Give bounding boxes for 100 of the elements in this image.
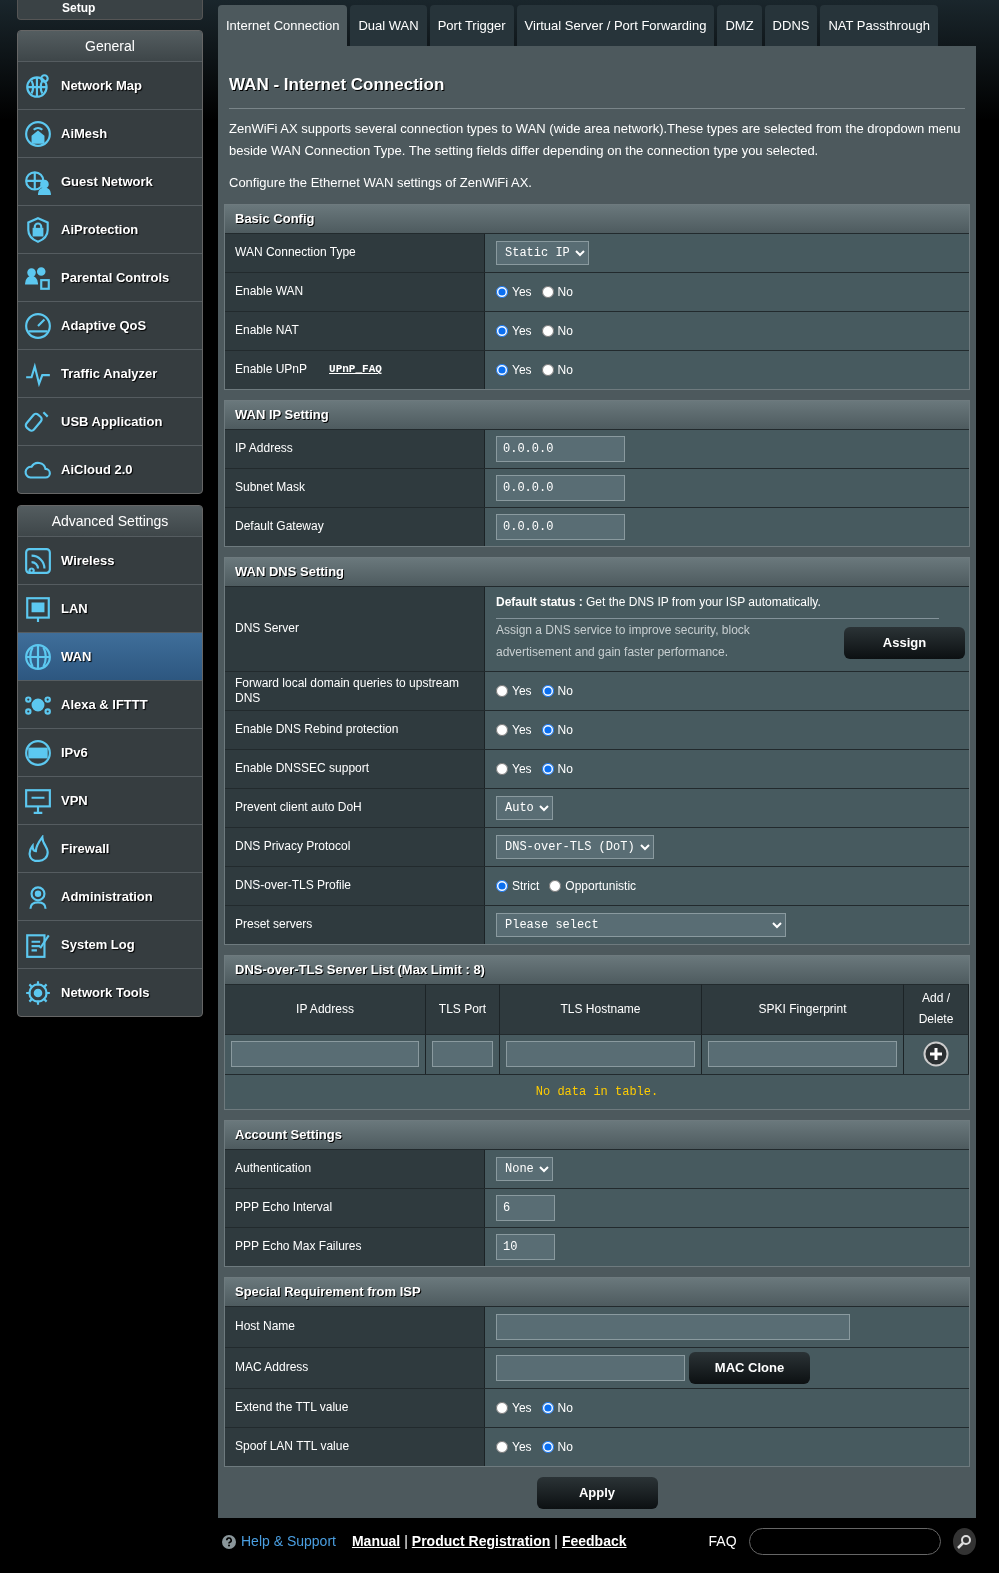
field-label: Prevent client auto DoH: [235, 800, 362, 815]
radio-button[interactable]: [541, 1401, 554, 1414]
option-label[interactable]: Yes: [512, 360, 532, 379]
column-header: IP Address: [225, 983, 426, 1034]
footer-link[interactable]: Feedback: [561, 1531, 627, 1552]
option-label[interactable]: Yes: [512, 1437, 532, 1456]
radio-button[interactable]: [541, 684, 554, 697]
radio-button[interactable]: [496, 324, 508, 337]
tab[interactable]: Port Trigger: [429, 5, 514, 46]
search-button[interactable]: [952, 1528, 976, 1555]
option-label[interactable]: Strict: [512, 876, 540, 895]
sidebar-item[interactable]: VPN: [18, 776, 202, 824]
field-label: WAN Connection Type: [235, 245, 356, 260]
input-field[interactable]: 0.0.0.0: [496, 435, 625, 462]
input-field[interactable]: 0.0.0.0: [496, 513, 625, 540]
dropdown[interactable]: None: [496, 1156, 553, 1181]
input-field[interactable]: [506, 1041, 695, 1067]
quick-setup-item[interactable]: Setup: [17, 0, 203, 20]
option-label[interactable]: No: [557, 1437, 573, 1456]
option-label[interactable]: No: [557, 720, 573, 739]
sidebar-item[interactable]: AiMesh: [18, 109, 202, 157]
help-icon[interactable]: [222, 1534, 236, 1549]
option-label[interactable]: Yes: [512, 681, 532, 700]
sidebar-item[interactable]: Wireless: [18, 536, 202, 584]
option-label[interactable]: No: [557, 321, 573, 340]
radio-button[interactable]: [496, 762, 508, 775]
tab[interactable]: Dual WAN: [350, 5, 427, 46]
option-label[interactable]: Yes: [512, 282, 532, 301]
dropdown[interactable]: Please select: [496, 912, 786, 937]
tab[interactable]: NAT Passthrough: [820, 5, 938, 46]
sidebar-item[interactable]: AiProtection: [18, 205, 202, 253]
sidebar-item[interactable]: WAN: [18, 632, 202, 680]
help-support-link[interactable]: Help & Support: [241, 1531, 336, 1552]
radio-button[interactable]: [496, 285, 508, 298]
radio-button[interactable]: [541, 1440, 554, 1453]
input-field[interactable]: [496, 1313, 850, 1340]
sidebar-item[interactable]: Alexa & IFTTT: [18, 680, 202, 728]
sidebar-item[interactable]: Network Tools: [18, 968, 202, 1016]
input-field[interactable]: [496, 1354, 685, 1381]
option-label[interactable]: Yes: [512, 720, 532, 739]
footer-link[interactable]: Manual: [351, 1531, 401, 1552]
dropdown[interactable]: Auto: [496, 795, 553, 820]
input-field[interactable]: 6: [496, 1194, 555, 1221]
input-field[interactable]: 10: [496, 1233, 555, 1260]
apply-button[interactable]: Apply: [536, 1476, 658, 1509]
option-label[interactable]: Opportunistic: [565, 876, 637, 895]
radio-button[interactable]: [541, 723, 554, 736]
mac-clone-button[interactable]: MAC Clone: [689, 1352, 810, 1384]
footer-link[interactable]: Product Registration: [411, 1531, 551, 1552]
sidebar-item[interactable]: Traffic Analyzer: [18, 349, 202, 397]
page-title: WAN - Internet Connection: [229, 72, 965, 109]
dropdown[interactable]: Static IP: [496, 240, 589, 265]
tab[interactable]: DMZ: [717, 5, 762, 46]
radio-button[interactable]: [541, 363, 554, 376]
sidebar-item[interactable]: AiCloud 2.0: [18, 445, 202, 493]
column-header: TLS Port: [426, 983, 500, 1034]
option-label[interactable]: No: [557, 681, 573, 700]
radio-button[interactable]: [496, 363, 508, 376]
dropdown[interactable]: DNS-over-TLS (DoT): [496, 834, 654, 859]
radio-button[interactable]: [541, 762, 554, 775]
radio-button[interactable]: [496, 879, 508, 892]
field-label: Default Gateway: [235, 519, 324, 534]
option-label[interactable]: Yes: [512, 1398, 532, 1417]
assign-button[interactable]: Assign: [844, 626, 965, 659]
radio-button[interactable]: [541, 285, 554, 298]
input-field[interactable]: [708, 1041, 897, 1067]
input-field[interactable]: [231, 1041, 419, 1067]
tab[interactable]: Internet Connection: [218, 5, 348, 46]
tab[interactable]: Virtual Server / Port Forwarding: [516, 5, 715, 46]
option-label[interactable]: No: [557, 360, 573, 379]
sidebar-item[interactable]: System Log: [18, 920, 202, 968]
faq-link[interactable]: UPnP_FAQ: [329, 362, 382, 377]
option-label[interactable]: No: [557, 1398, 573, 1417]
field-label: Enable UPnP: [235, 362, 308, 377]
radio-button[interactable]: [549, 879, 562, 892]
sidebar-item[interactable]: IPv6: [18, 728, 202, 776]
field-label: Subnet Mask: [235, 480, 306, 495]
add-icon[interactable]: [923, 1041, 949, 1067]
radio-button[interactable]: [496, 684, 508, 697]
tab[interactable]: DDNS: [764, 5, 818, 46]
sidebar-item[interactable]: Parental Controls: [18, 253, 202, 301]
option-label[interactable]: Yes: [512, 759, 532, 778]
input-field[interactable]: [432, 1041, 493, 1067]
sidebar-item[interactable]: Network Map: [18, 61, 202, 109]
sidebar-item[interactable]: Administration: [18, 872, 202, 920]
search-field[interactable]: [748, 1528, 941, 1555]
sidebar-item[interactable]: Firewall: [18, 824, 202, 872]
sidebar-item[interactable]: USB Application: [18, 397, 202, 445]
option-label[interactable]: No: [557, 759, 573, 778]
option-label[interactable]: No: [557, 282, 573, 301]
option-label[interactable]: Yes: [512, 321, 532, 340]
note-text: Configure the Ethernet WAN settings of ZenWiFi AX.: [229, 173, 533, 192]
input-field[interactable]: 0.0.0.0: [496, 474, 625, 501]
radio-button[interactable]: [496, 1401, 508, 1414]
radio-button[interactable]: [496, 1440, 508, 1453]
sidebar-item[interactable]: Adaptive QoS: [18, 301, 202, 349]
separator-text: |: [404, 1532, 408, 1551]
radio-button[interactable]: [496, 723, 508, 736]
sidebar-item[interactable]: Guest Network: [18, 157, 202, 205]
radio-button[interactable]: [541, 324, 554, 337]
